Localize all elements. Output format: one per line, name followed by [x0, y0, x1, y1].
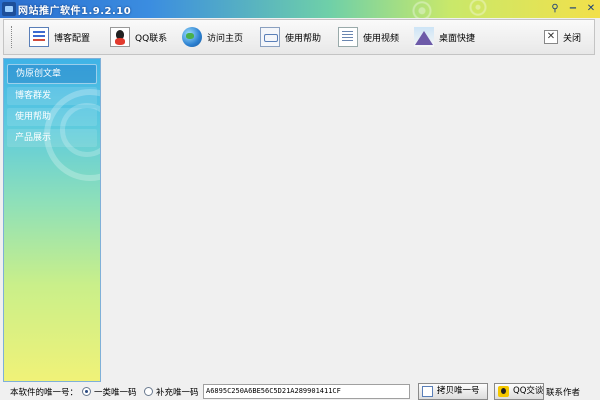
- desktop-shortcut-button[interactable]: 桌面快捷: [414, 25, 475, 49]
- sidebar-item-products[interactable]: 产品展示: [7, 129, 97, 147]
- mountain-icon: [414, 27, 434, 47]
- radio-secondary-label[interactable]: 补充唯一码: [156, 386, 199, 398]
- title-bar: 网站推广软件1.9.2.10 ⚲ − ✕: [0, 0, 600, 18]
- close-label: 关闭: [563, 33, 582, 44]
- globe-icon: [182, 27, 202, 47]
- blog-config-button[interactable]: 博客配置: [29, 25, 90, 49]
- machine-code-label: 本软件的唯一号：: [10, 388, 79, 398]
- qq-icon: [110, 27, 130, 47]
- sidebar: 伪原创文章 博客群发 使用帮助 产品展示: [3, 58, 101, 382]
- pin-icon[interactable]: ⚲: [548, 2, 562, 16]
- video-icon: [338, 27, 358, 47]
- app-icon: [2, 2, 16, 16]
- qq-chat-button[interactable]: QQ交谈: [494, 383, 544, 400]
- minimize-button[interactable]: −: [566, 2, 580, 16]
- desktop-shortcut-label: 桌面快捷: [439, 33, 476, 44]
- close-window-button[interactable]: ✕: [584, 2, 598, 16]
- status-bar: 本软件的唯一号： 一类唯一码 补充唯一码 A6895C250A6BE56C5D2…: [0, 382, 600, 400]
- close-icon: ✕: [544, 30, 558, 44]
- copy-icon: [422, 386, 433, 397]
- config-icon: [29, 27, 49, 47]
- close-button[interactable]: ✕ 关闭: [544, 25, 581, 49]
- help-icon: [260, 27, 280, 47]
- qq-chat-label: QQ交谈: [513, 386, 544, 396]
- help-label: 使用帮助: [285, 33, 322, 44]
- toolbar-grip[interactable]: [11, 26, 15, 48]
- visit-homepage-label: 访问主页: [207, 33, 244, 44]
- qq-icon: [498, 386, 509, 397]
- sidebar-item-help[interactable]: 使用帮助: [7, 108, 97, 126]
- radio-secondary-code[interactable]: [144, 387, 153, 396]
- window-title: 网站推广软件1.9.2.10: [18, 6, 132, 17]
- radio-primary-label[interactable]: 一类唯一码: [94, 386, 137, 398]
- toolbar: 博客配置 QQ联系 访问主页 使用帮助 使用视频 桌面快捷 ✕ 关闭: [3, 19, 595, 55]
- qq-contact-button[interactable]: QQ联系: [110, 25, 167, 49]
- help-button[interactable]: 使用帮助: [260, 25, 321, 49]
- main-content-area: [104, 58, 596, 382]
- blog-config-label: 博客配置: [54, 33, 91, 44]
- copy-code-label: 拷贝唯一号: [437, 386, 480, 396]
- radio-primary-code[interactable]: [82, 387, 91, 396]
- video-label: 使用视频: [363, 33, 400, 44]
- copy-code-button[interactable]: 拷贝唯一号: [418, 383, 488, 400]
- sidebar-item-blog-mass-post[interactable]: 博客群发: [7, 87, 97, 105]
- video-button[interactable]: 使用视频: [338, 25, 399, 49]
- visit-homepage-button[interactable]: 访问主页: [182, 25, 243, 49]
- title-decoration: [380, 0, 520, 18]
- qq-contact-label: QQ联系: [135, 33, 168, 44]
- machine-code-field[interactable]: A6895C250A6BE56C5D21A289901411CF: [203, 384, 410, 399]
- sidebar-item-pseudo-original[interactable]: 伪原创文章: [7, 64, 97, 84]
- contact-author-label: 联系作者: [546, 388, 581, 398]
